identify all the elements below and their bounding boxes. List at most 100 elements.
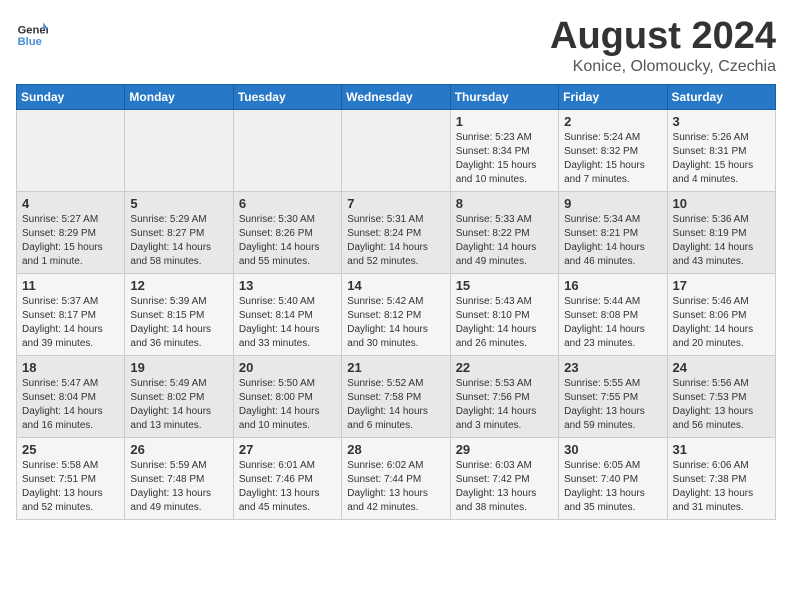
day-number: 10 (673, 196, 770, 211)
day-info: Sunrise: 5:42 AM Sunset: 8:12 PM Dayligh… (347, 295, 444, 351)
weekday-header-saturday: Saturday (667, 84, 775, 109)
weekday-header-wednesday: Wednesday (342, 84, 450, 109)
day-info: Sunrise: 6:05 AM Sunset: 7:40 PM Dayligh… (564, 459, 661, 515)
day-cell: 28Sunrise: 6:02 AM Sunset: 7:44 PM Dayli… (342, 437, 450, 519)
day-cell: 20Sunrise: 5:50 AM Sunset: 8:00 PM Dayli… (233, 355, 341, 437)
day-cell: 8 Sunrise: 5:33 AM Sunset: 8:22 PM Daylig… (450, 191, 558, 273)
day-cell: 1 Sunrise: 5:23 AM Sunset: 8:34 PM Daylig… (450, 109, 558, 191)
day-info: Sunrise: 5:39 AM Sunset: 8:15 PM Dayligh… (130, 295, 227, 351)
day-cell: 27 Sunrise: 6:01 AM Sunset: 7:46 PM Dayli… (233, 437, 341, 519)
day-number: 14 (347, 278, 444, 293)
day-number: 15 (456, 278, 553, 293)
week-row-5: 25Sunrise: 5:58 AM Sunset: 7:51 PM Dayli… (17, 437, 776, 519)
day-number: 22 (456, 360, 553, 375)
logo-icon: General Blue (16, 16, 48, 48)
header: General Blue August 2024 Konice, Olomouc… (16, 16, 776, 76)
day-number: 1 (456, 114, 553, 129)
day-number: 29 (456, 442, 553, 457)
day-cell: 9Sunrise: 5:34 AM Sunset: 8:21 PM Daylig… (559, 191, 667, 273)
day-cell: 18Sunrise: 5:47 AM Sunset: 8:04 PM Dayli… (17, 355, 125, 437)
day-info: Sunrise: 5:23 AM Sunset: 8:34 PM Dayligh… (456, 131, 553, 187)
title-area: August 2024 Konice, Olomoucky, Czechia (550, 16, 776, 76)
day-number: 21 (347, 360, 444, 375)
day-cell: 5 Sunrise: 5:29 AM Sunset: 8:27 PM Daylig… (125, 191, 233, 273)
day-info: Sunrise: 5:58 AM Sunset: 7:51 PM Dayligh… (22, 459, 119, 515)
day-number: 4 (22, 196, 119, 211)
day-number: 17 (673, 278, 770, 293)
day-cell: 26 Sunrise: 5:59 AM Sunset: 7:48 PM Dayli… (125, 437, 233, 519)
day-number: 11 (22, 278, 119, 293)
day-number: 13 (239, 278, 336, 293)
day-info: Sunrise: 5:31 AM Sunset: 8:24 PM Dayligh… (347, 213, 444, 269)
week-row-4: 18Sunrise: 5:47 AM Sunset: 8:04 PM Dayli… (17, 355, 776, 437)
day-cell: 22Sunrise: 5:53 AM Sunset: 7:56 PM Dayli… (450, 355, 558, 437)
day-cell: 4 Sunrise: 5:27 AM Sunset: 8:29 PM Daylig… (17, 191, 125, 273)
day-number: 12 (130, 278, 227, 293)
day-info: Sunrise: 6:01 AM Sunset: 7:46 PM Dayligh… (239, 459, 336, 515)
day-cell: 6 Sunrise: 5:30 AM Sunset: 8:26 PM Daylig… (233, 191, 341, 273)
day-info: Sunrise: 5:29 AM Sunset: 8:27 PM Dayligh… (130, 213, 227, 269)
day-number: 3 (673, 114, 770, 129)
day-cell: 25Sunrise: 5:58 AM Sunset: 7:51 PM Dayli… (17, 437, 125, 519)
day-number: 28 (347, 442, 444, 457)
day-cell: 21Sunrise: 5:52 AM Sunset: 7:58 PM Dayli… (342, 355, 450, 437)
calendar-title: August 2024 (550, 16, 776, 58)
day-cell: 30 Sunrise: 6:05 AM Sunset: 7:40 PM Dayli… (559, 437, 667, 519)
day-info: Sunrise: 5:49 AM Sunset: 8:02 PM Dayligh… (130, 377, 227, 433)
day-info: Sunrise: 5:37 AM Sunset: 8:17 PM Dayligh… (22, 295, 119, 351)
day-cell: 23 Sunrise: 5:55 AM Sunset: 7:55 PM Dayli… (559, 355, 667, 437)
day-info: Sunrise: 5:26 AM Sunset: 8:31 PM Dayligh… (673, 131, 770, 187)
day-cell: 7Sunrise: 5:31 AM Sunset: 8:24 PM Daylig… (342, 191, 450, 273)
weekday-header-thursday: Thursday (450, 84, 558, 109)
day-number: 31 (673, 442, 770, 457)
day-cell: 3 Sunrise: 5:26 AM Sunset: 8:31 PM Daylig… (667, 109, 775, 191)
day-number: 16 (564, 278, 661, 293)
day-info: Sunrise: 5:33 AM Sunset: 8:22 PM Dayligh… (456, 213, 553, 269)
week-row-3: 11 Sunrise: 5:37 AM Sunset: 8:17 PM Dayli… (17, 273, 776, 355)
weekday-header-monday: Monday (125, 84, 233, 109)
day-cell: 29 Sunrise: 6:03 AM Sunset: 7:42 PM Dayli… (450, 437, 558, 519)
day-cell: 12 Sunrise: 5:39 AM Sunset: 8:15 PM Dayli… (125, 273, 233, 355)
day-cell (342, 109, 450, 191)
day-number: 2 (564, 114, 661, 129)
day-number: 8 (456, 196, 553, 211)
calendar-table: SundayMondayTuesdayWednesdayThursdayFrid… (16, 84, 776, 520)
day-cell: 2 Sunrise: 5:24 AM Sunset: 8:32 PM Daylig… (559, 109, 667, 191)
day-info: Sunrise: 6:03 AM Sunset: 7:42 PM Dayligh… (456, 459, 553, 515)
day-cell: 15 Sunrise: 5:43 AM Sunset: 8:10 PM Dayli… (450, 273, 558, 355)
day-cell: 10 Sunrise: 5:36 AM Sunset: 8:19 PM Dayli… (667, 191, 775, 273)
day-cell: 17Sunrise: 5:46 AM Sunset: 8:06 PM Dayli… (667, 273, 775, 355)
day-number: 27 (239, 442, 336, 457)
day-cell (125, 109, 233, 191)
day-number: 24 (673, 360, 770, 375)
day-cell: 14 Sunrise: 5:42 AM Sunset: 8:12 PM Dayli… (342, 273, 450, 355)
day-info: Sunrise: 5:50 AM Sunset: 8:00 PM Dayligh… (239, 377, 336, 433)
day-info: Sunrise: 5:43 AM Sunset: 8:10 PM Dayligh… (456, 295, 553, 351)
day-cell: 31Sunrise: 6:06 AM Sunset: 7:38 PM Dayli… (667, 437, 775, 519)
day-cell: 16Sunrise: 5:44 AM Sunset: 8:08 PM Dayli… (559, 273, 667, 355)
day-number: 5 (130, 196, 227, 211)
day-cell: 11 Sunrise: 5:37 AM Sunset: 8:17 PM Dayli… (17, 273, 125, 355)
weekday-header-friday: Friday (559, 84, 667, 109)
weekday-header-sunday: Sunday (17, 84, 125, 109)
day-info: Sunrise: 5:40 AM Sunset: 8:14 PM Dayligh… (239, 295, 336, 351)
day-number: 18 (22, 360, 119, 375)
day-cell: 19 Sunrise: 5:49 AM Sunset: 8:02 PM Dayli… (125, 355, 233, 437)
day-number: 6 (239, 196, 336, 211)
day-number: 30 (564, 442, 661, 457)
day-info: Sunrise: 5:59 AM Sunset: 7:48 PM Dayligh… (130, 459, 227, 515)
day-number: 26 (130, 442, 227, 457)
svg-text:Blue: Blue (18, 36, 42, 48)
day-info: Sunrise: 5:56 AM Sunset: 7:53 PM Dayligh… (673, 377, 770, 433)
day-info: Sunrise: 5:27 AM Sunset: 8:29 PM Dayligh… (22, 213, 119, 269)
week-row-1: 1 Sunrise: 5:23 AM Sunset: 8:34 PM Daylig… (17, 109, 776, 191)
day-info: Sunrise: 5:30 AM Sunset: 8:26 PM Dayligh… (239, 213, 336, 269)
day-number: 19 (130, 360, 227, 375)
day-number: 23 (564, 360, 661, 375)
day-cell (233, 109, 341, 191)
day-info: Sunrise: 5:34 AM Sunset: 8:21 PM Dayligh… (564, 213, 661, 269)
day-info: Sunrise: 5:24 AM Sunset: 8:32 PM Dayligh… (564, 131, 661, 187)
day-info: Sunrise: 5:55 AM Sunset: 7:55 PM Dayligh… (564, 377, 661, 433)
day-info: Sunrise: 5:36 AM Sunset: 8:19 PM Dayligh… (673, 213, 770, 269)
weekday-header-row: SundayMondayTuesdayWednesdayThursdayFrid… (17, 84, 776, 109)
